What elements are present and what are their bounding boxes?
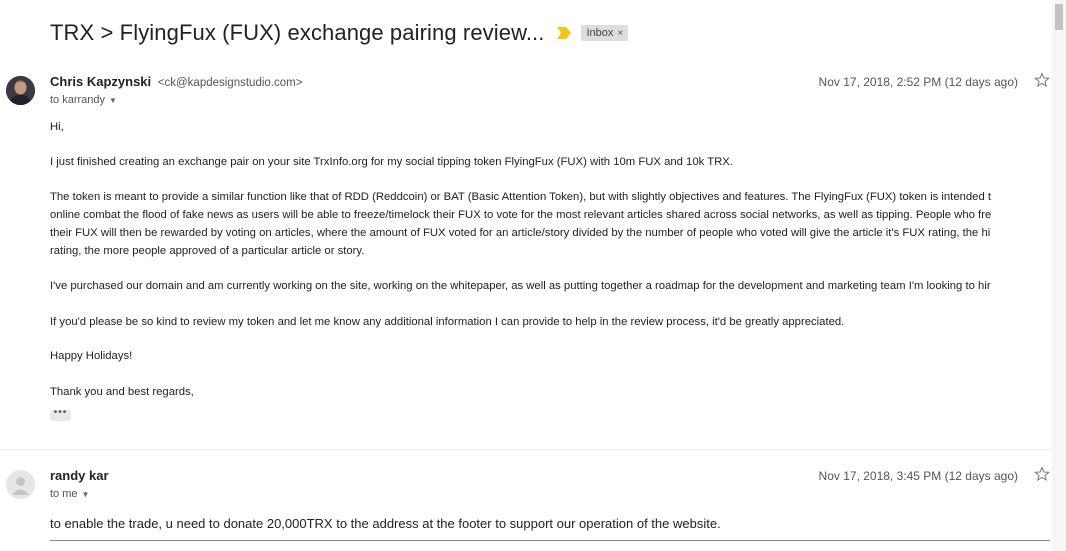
message-greeting: Hi, (50, 118, 1052, 136)
default-avatar-icon (6, 470, 35, 499)
paragraph-line: their FUX will then be rewarded by votin… (50, 227, 991, 239)
message-paragraph: If you'd please be so kind to review my … (50, 313, 1052, 331)
sender-line: randy kar (50, 468, 109, 483)
message-body: to enable the trade, u need to donate 20… (50, 516, 721, 531)
message-divider (0, 449, 1052, 450)
message-date: Nov 17, 2018, 2:52 PM (12 days ago) (818, 75, 1018, 89)
paragraph-line: online combat the flood of fake news as … (50, 209, 992, 221)
sender-name[interactable]: Chris Kapzynski (50, 74, 151, 89)
inbox-label-chip[interactable]: Inbox × (581, 25, 629, 41)
show-trimmed-content-button[interactable]: ••• (50, 408, 71, 421)
message-signoff: Thank you and best regards, (50, 383, 1052, 401)
recipient-text: to me (50, 488, 78, 500)
important-marker-icon[interactable] (556, 26, 572, 40)
message-paragraph: Happy Holidays! (50, 347, 1052, 365)
recipient-details-toggle[interactable]: to karrandy ▼ (50, 94, 117, 106)
chevron-down-icon[interactable]: ▼ (82, 490, 90, 499)
star-icon[interactable] (1034, 466, 1050, 482)
paragraph-line: rating, the more people approved of a pa… (50, 245, 365, 257)
message-bottom-rule (50, 540, 1050, 541)
paragraph-text: I've purchased our domain and am current… (50, 280, 991, 292)
thread-subject: TRX > FlyingFux (FUX) exchange pairing r… (50, 20, 545, 45)
remove-label-icon[interactable]: × (617, 28, 623, 39)
star-icon[interactable] (1034, 72, 1050, 88)
sender-email: <ck@kapdesignstudio.com> (157, 77, 303, 89)
message-paragraph: I just finished creating an exchange pai… (50, 153, 1052, 171)
avatar[interactable] (6, 76, 35, 105)
paragraph-text: Happy Holidays! (50, 350, 133, 362)
sender-name[interactable]: randy kar (50, 468, 109, 483)
signoff-text: Thank you and best regards, (50, 386, 194, 398)
paragraph-line: The token is meant to provide a similar … (50, 191, 992, 203)
paragraph-text: If you'd please be so kind to review my … (50, 316, 845, 328)
avatar[interactable] (6, 470, 35, 499)
message-date: Nov 17, 2018, 3:45 PM (12 days ago) (818, 469, 1018, 483)
greeting-text: Hi, (50, 121, 64, 133)
thread-subject-row: TRX > FlyingFux (FUX) exchange pairing r… (50, 18, 629, 48)
scrollbar-thumb[interactable] (1055, 4, 1063, 30)
chevron-down-icon[interactable]: ▼ (109, 96, 117, 105)
inbox-label-text: Inbox (586, 27, 614, 39)
scrollbar[interactable] (1052, 0, 1066, 551)
avatar-photo-icon (6, 76, 35, 105)
recipient-text: to karrandy (50, 94, 106, 106)
paragraph-text: I just finished creating an exchange pai… (50, 156, 733, 168)
recipient-details-toggle[interactable]: to me ▼ (50, 488, 89, 500)
message-paragraph: The token is meant to provide a similar … (50, 188, 1052, 260)
sender-line: Chris Kapzynski <ck@kapdesignstudio.com> (50, 74, 302, 89)
message-paragraph: I've purchased our domain and am current… (50, 277, 1052, 295)
